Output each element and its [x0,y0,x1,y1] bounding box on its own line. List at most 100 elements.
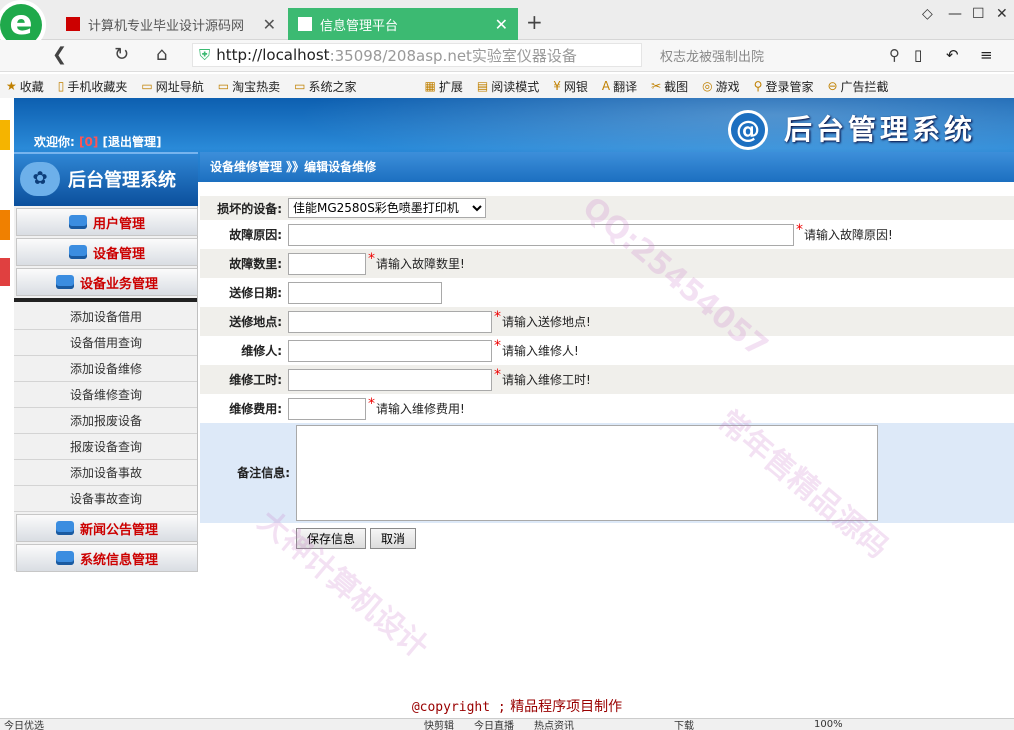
remark-textarea[interactable] [296,425,878,521]
block-icon: ⊖ [827,79,838,93]
remark-label: 备注信息: [200,423,296,523]
folder-icon [55,275,74,289]
menu-icon[interactable]: ≡ [980,46,993,64]
new-tab-button[interactable]: + [526,10,543,34]
hours-label: 维修工时: [229,373,282,387]
bookmark-item[interactable]: ▯ 手机收藏夹 [58,78,128,95]
menu-system-info[interactable]: 系统信息管理 [16,544,198,572]
sidebar-menu: 用户管理 设备管理 设备业务管理 添加设备借用 设备借用查询 添加设备维修 设备… [14,206,198,572]
star-icon: ★ [6,79,17,93]
bookmark-item[interactable]: ▭ 系统之家 [294,78,356,95]
count-input[interactable] [288,252,366,275]
menu-device-manage[interactable]: 设备管理 [16,238,198,266]
toolbar-item[interactable]: ▤ 阅读模式 [477,78,539,95]
undo-icon[interactable]: ↶ [946,46,959,64]
hours-hint: 请输入维修工时! [502,373,591,387]
menu-user-manage[interactable]: 用户管理 [16,208,198,236]
close-icon[interactable]: ✕ [495,15,508,34]
date-input[interactable] [288,281,442,304]
maximize-button[interactable]: ☐ [972,6,985,22]
page-icon: ▭ [217,79,230,93]
save-button[interactable]: 保存信息 [296,527,367,549]
sidebar-item[interactable]: 添加报废设备 [14,408,197,434]
place-hint: 请输入送修地点! [502,315,591,329]
toolbar-item[interactable]: ⊖ 广告拦截 [827,78,888,95]
close-window-button[interactable]: ✕ [996,6,1008,22]
form-row-remark: 备注信息: [200,423,1014,523]
reason-input[interactable] [288,223,794,246]
sidebar-app-icon[interactable] [0,120,10,150]
home-button[interactable]: ⌂ [156,44,167,65]
status-item[interactable]: 下载 [674,717,694,730]
folder-icon [68,245,87,259]
tab-info-platform[interactable]: 信息管理平台 ✕ [288,8,518,40]
sidebar-item[interactable]: 添加设备借用 [14,304,197,330]
bookmark-item[interactable]: ▭ 淘宝热卖 [218,78,280,95]
tab-source-site[interactable]: 计算机专业毕业设计源码网 ✕ [56,8,286,40]
sidebar-item[interactable]: 添加设备事故 [14,460,197,486]
required-mark: * [494,309,501,325]
toolbar-item[interactable]: ✂ 截图 [651,78,688,95]
cancel-button[interactable]: 取消 [370,527,417,549]
place-label: 送修地点: [229,315,282,329]
folder-icon [68,215,87,229]
url-host: http://localhost [216,46,330,64]
sidebar-item[interactable]: 报废设备查询 [14,434,197,460]
key-icon: ⚲ [753,79,763,93]
flag-icon [66,17,80,31]
zoom-level[interactable]: 100% [814,719,843,730]
username: [0] [79,135,99,149]
close-icon[interactable]: ✕ [263,15,276,34]
welcome-text: 欢迎你: [0] [退出管理] [34,133,162,150]
search-input[interactable]: 权志龙被强制出院 ⚲ [650,43,900,67]
url-input[interactable]: ⛨ http://localhost:35098/208asp.net实验室仪器… [192,43,642,67]
toolbar-item[interactable]: ◎ 游戏 [702,78,740,95]
toolbar-item[interactable]: ⚲ 登录管家 [754,78,814,95]
breadcrumb: 设备维修管理 》》编辑设备维修 [200,152,1014,182]
yen-icon: ¥ [553,79,561,93]
sidebar-app-icon[interactable] [0,210,10,240]
status-today[interactable]: 今日优选 [4,717,44,730]
sidebar-app-icon[interactable] [0,258,10,286]
logout-link[interactable]: [退出管理] [103,135,162,149]
count-label: 故障数里: [229,257,282,271]
page-footer: @copyright ; 精品程序项目制作 [0,696,1014,716]
device-select[interactable]: 佳能MG2580S彩色喷墨打印机 [288,198,486,218]
menu-device-business[interactable]: 设备业务管理 [16,268,198,296]
bookmark-item[interactable]: ▭ 网址导航 [141,78,203,95]
scissors-icon: ✂ [651,79,662,93]
toolbar-item[interactable]: ¥ 网银 [553,78,588,95]
status-item[interactable]: 快剪辑 [424,717,454,730]
bookmark-item[interactable]: ★ 收藏 [6,78,44,95]
form-row-reason: 故障原因: * 请输入故障原因! [200,220,1014,249]
cost-input[interactable] [288,397,366,420]
toolbar-item[interactable]: ▦ 扩展 [424,78,462,95]
tab-title: 计算机专业毕业设计源码网 [88,18,245,34]
phone-icon[interactable]: ▯ [914,46,922,64]
sidebar-item[interactable]: 设备事故查询 [14,486,197,512]
refresh-button[interactable]: ↻ [114,44,129,65]
url-path: :35098/208asp.net实验室仪器设备 [329,46,577,65]
status-item[interactable]: 今日直播 [474,717,514,730]
header-title: 后台管理系统 [784,113,977,146]
minimize-button[interactable]: — [948,6,962,22]
skin-icon[interactable]: ◇ [922,6,933,22]
status-item[interactable]: 热点资讯 [534,717,574,730]
place-input[interactable] [288,310,492,333]
repair-form: 损坏的设备: 佳能MG2580S彩色喷墨打印机 故障原因: * 请输入故障原因! … [200,196,1014,553]
search-hint: 权志龙被强制出院 [660,49,765,65]
sidebar-item[interactable]: 设备维修查询 [14,382,197,408]
search-icon[interactable]: ⚲ [889,46,900,64]
toolbar-item[interactable]: A 翻译 [602,78,637,95]
back-button[interactable]: ❮ [52,44,67,65]
required-mark: * [368,251,375,267]
required-mark: * [494,367,501,383]
sidebar-item[interactable]: 添加设备维修 [14,356,197,382]
hours-input[interactable] [288,368,492,391]
menu-news[interactable]: 新闻公告管理 [16,514,198,542]
person-input[interactable] [288,339,492,362]
book-icon: ▤ [476,79,489,93]
bookmark-bar: ★ 收藏 ▯ 手机收藏夹 ▭ 网址导航 ▭ 淘宝热卖 ▭ 系统之家 ▦ 扩展 ▤ 阅读模式 ¥… [0,74,1014,98]
required-mark: * [368,396,375,412]
sidebar-item[interactable]: 设备借用查询 [14,330,197,356]
